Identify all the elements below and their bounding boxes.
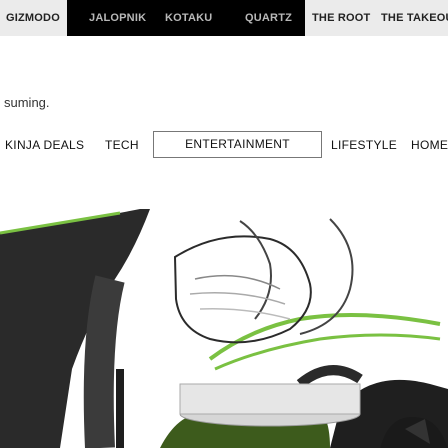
article-snippet-text: suming.	[4, 95, 50, 110]
network-tab-the-root[interactable]: THE ROOT	[305, 0, 373, 36]
network-tab-label: THE TAKEOU	[381, 12, 448, 24]
network-tab-jalopnik[interactable]: JALOPNIK	[67, 0, 155, 36]
network-tab-kotaku[interactable]: KOTAKU	[155, 0, 225, 36]
network-tab-label: QUARTZ	[245, 12, 293, 24]
category-kinja-deals[interactable]: KINJA DEALS	[5, 129, 84, 161]
network-tab-label: KOTAKU	[165, 12, 213, 24]
network-nav-bar: GIZMODO JALOPNIK KOTAKU QUARTZ THE ROOT …	[0, 0, 448, 36]
hero-image[interactable]	[0, 209, 448, 448]
category-tech[interactable]: TECH	[105, 129, 139, 161]
network-tab-the-takeout[interactable]: THE TAKEOU	[373, 0, 448, 36]
network-tab-label: THE ROOT	[312, 12, 371, 24]
network-tab-quartz[interactable]: QUARTZ	[225, 0, 305, 36]
network-tab-label: JALOPNIK	[89, 12, 147, 24]
category-lifestyle[interactable]: LIFESTYLE	[331, 129, 397, 161]
category-home[interactable]: HOME G	[411, 129, 448, 161]
category-entertainment[interactable]: ENTERTAINMENT	[153, 131, 322, 158]
category-nav: KINJA DEALS TECH ENTERTAINMENT LIFESTYLE…	[0, 129, 448, 161]
network-tab-label: GIZMODO	[6, 12, 60, 24]
product-image	[0, 209, 448, 448]
network-tab-gizmodo[interactable]: GIZMODO	[0, 0, 67, 36]
